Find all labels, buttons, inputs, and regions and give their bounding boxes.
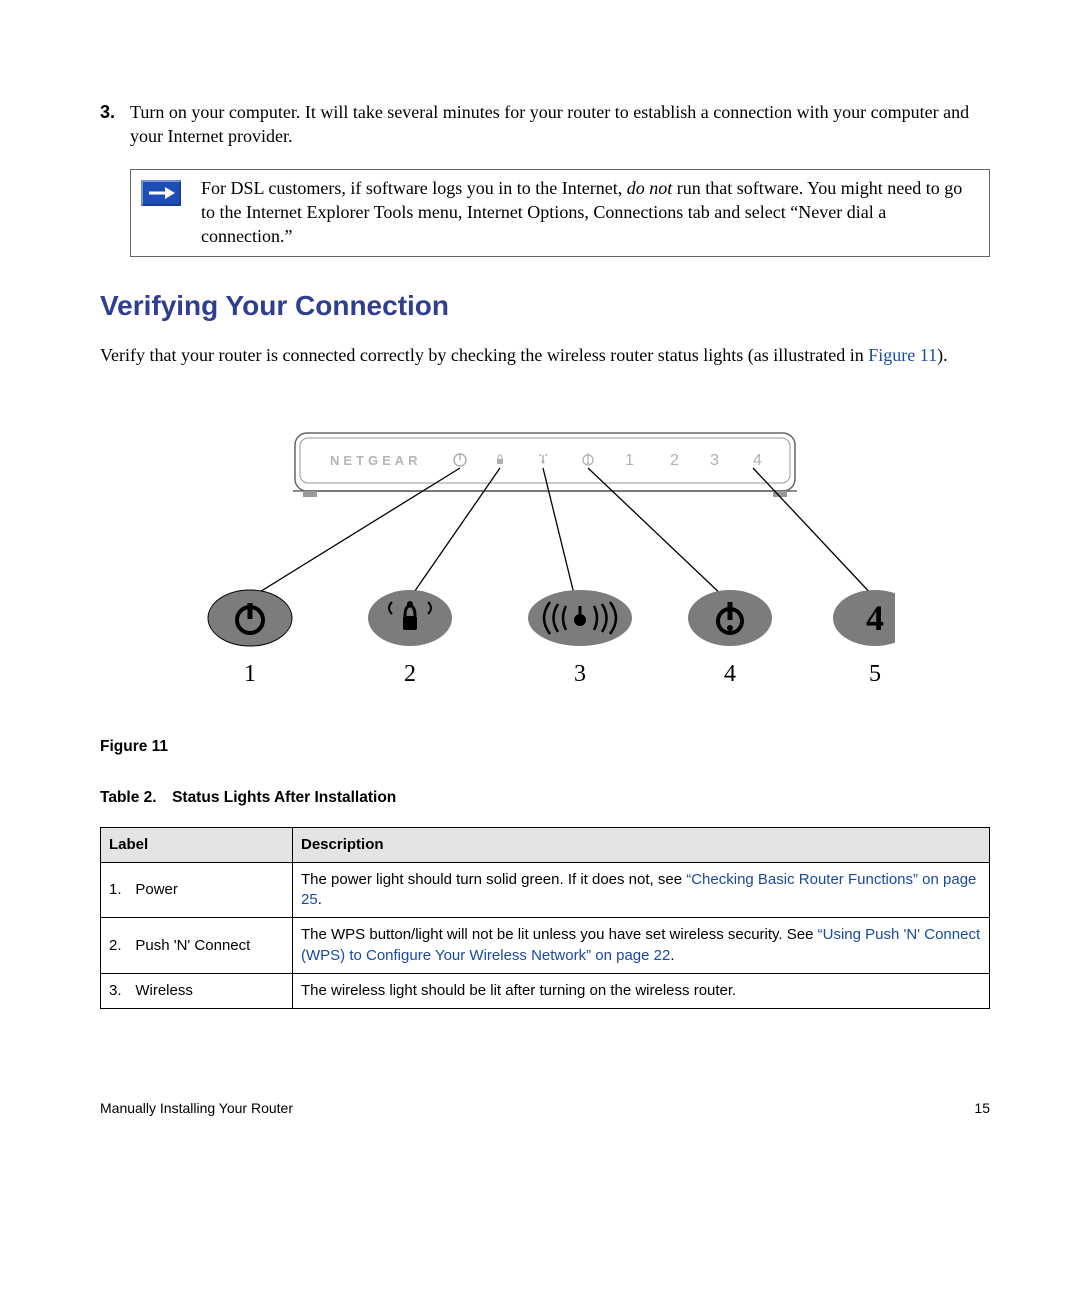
panel-num-1: 1 [625,452,634,469]
step-row: 3. Turn on your computer. It will take s… [100,100,990,149]
table-title: Table 2. Status Lights After Installatio… [100,788,990,809]
internet-icon [583,453,593,465]
panel-num-2: 2 [670,452,679,469]
footer-left: Manually Installing Your Router [100,1099,293,1118]
row-name: Power [135,881,178,898]
note-prefix: For DSL customers, if software logs you … [201,178,627,198]
power-icon [454,453,466,466]
intro-paragraph: Verify that your router is connected cor… [100,343,990,367]
figure-link[interactable]: Figure 11 [868,345,937,365]
note-emphasis: do not [627,178,673,198]
callout-oval-lan: 4 [833,590,895,646]
callout-lines [250,468,875,598]
callout-oval-wireless [528,590,632,646]
note-box: For DSL customers, if software logs you … [130,169,990,258]
row-num: 2. [109,936,127,956]
intro-prefix: Verify that your router is connected cor… [100,345,868,365]
callout-num-2: 2 [404,661,416,687]
row-name: Wireless [135,982,193,999]
th-description: Description [293,827,990,862]
arrow-right-icon [141,180,181,206]
row-name: Push 'N' Connect [135,937,250,954]
figure-11: NETGEAR 1 2 3 4 1 [100,413,990,719]
wireless-icon [539,454,547,464]
row-desc-suffix: . [670,947,674,964]
status-lights-table: Label Description 1. Power The power lig… [100,827,990,1010]
step-text: Turn on your computer. It will take seve… [130,100,990,149]
row-desc-prefix: The wireless light should be lit after t… [301,982,736,999]
page-footer: Manually Installing Your Router 15 [100,1099,990,1118]
section-heading: Verifying Your Connection [100,287,990,325]
row-num: 1. [109,880,127,900]
callout-oval-wps [368,590,452,646]
lan-number-icon: 4 [866,598,884,638]
th-label: Label [101,827,293,862]
callout-oval-power [208,590,292,646]
row-num: 3. [109,981,127,1001]
callout-oval-internet [688,590,772,646]
table-row: 3. Wireless The wireless light should be… [101,973,990,1008]
callout-num-1: 1 [244,661,256,687]
callout-num-4: 4 [724,661,736,687]
row-desc-prefix: The WPS button/light will not be lit unl… [301,926,818,943]
note-icon-wrap [141,176,201,249]
router-brand-label: NETGEAR [330,453,422,468]
wps-lock-icon [497,455,503,464]
router-illustration: NETGEAR 1 2 3 4 1 [195,413,895,713]
panel-num-4: 4 [753,452,762,469]
row-desc-prefix: The power light should turn solid green.… [301,871,686,888]
footer-page-number: 15 [974,1099,990,1118]
row-desc-suffix: . [318,891,322,908]
step-number: 3. [100,100,130,149]
panel-num-3: 3 [710,452,719,469]
table-row: 1. Power The power light should turn sol… [101,862,990,918]
note-text: For DSL customers, if software logs you … [201,176,979,249]
table-row: 2. Push 'N' Connect The WPS button/light… [101,918,990,974]
callout-num-3: 3 [574,661,586,687]
intro-suffix: ). [937,345,948,365]
figure-label: Figure 11 [100,737,990,758]
callout-num-5: 5 [869,661,881,687]
